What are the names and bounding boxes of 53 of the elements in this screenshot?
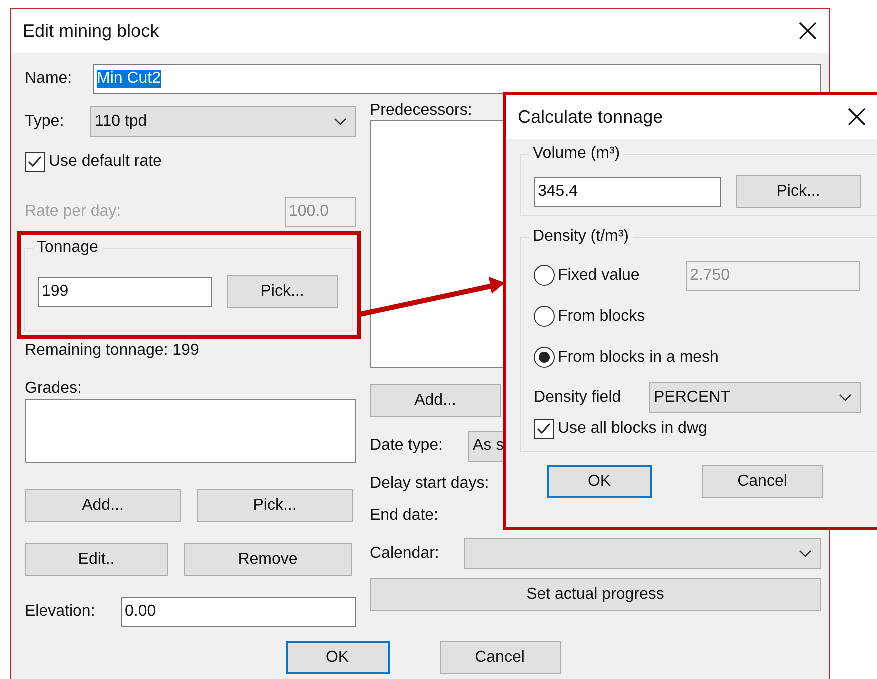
volume-field[interactable]: 345.4 xyxy=(534,176,721,206)
chevron-down-icon xyxy=(839,394,852,402)
tonnage-field[interactable]: 199 xyxy=(38,276,212,306)
field-label: Elevation: xyxy=(25,603,96,621)
type-dropdown[interactable]: 110 tpd xyxy=(90,106,356,137)
radio-label: From blocks xyxy=(558,308,646,326)
checkmark-icon xyxy=(537,423,551,435)
name-field[interactable]: Min Cut2 xyxy=(93,64,821,94)
window-title: Edit mining block xyxy=(23,20,160,42)
field-label: Density field xyxy=(534,388,622,406)
set-progress-button[interactable]: Set actual progress xyxy=(370,578,821,611)
cancel-button[interactable]: Cancel xyxy=(440,641,560,674)
edit-button[interactable]: Edit.. xyxy=(25,543,168,576)
chevron-down-icon xyxy=(334,118,347,126)
group-title: Volume (m³) xyxy=(532,145,622,163)
group-title: Density (t/m³) xyxy=(532,228,630,246)
pick-button[interactable]: Pick... xyxy=(197,489,353,522)
checkbox[interactable] xyxy=(25,152,45,172)
ok-button[interactable]: OK xyxy=(286,641,390,674)
radio-label: Fixed value xyxy=(558,266,640,284)
close-icon[interactable] xyxy=(848,108,866,126)
field-label: End date: xyxy=(370,507,438,525)
radio-button[interactable] xyxy=(534,347,555,368)
radio-label: From blocks in a mesh xyxy=(558,348,719,366)
field-label: Grades: xyxy=(25,380,82,398)
grades-list[interactable] xyxy=(25,399,356,463)
checkmark-icon xyxy=(28,156,42,168)
field-label: Delay start days: xyxy=(370,475,490,493)
pick-button[interactable]: Pick... xyxy=(736,175,861,208)
chevron-down-icon xyxy=(799,550,812,558)
add-button[interactable]: Add... xyxy=(370,384,501,417)
density-field-dropdown[interactable]: PERCENT xyxy=(649,382,861,413)
field-label: Type: xyxy=(25,112,66,130)
field-label: Calendar: xyxy=(370,544,440,562)
ok-button[interactable]: OK xyxy=(547,465,652,498)
add-button[interactable]: Add... xyxy=(25,489,181,522)
cancel-button[interactable]: Cancel xyxy=(702,465,823,498)
radio-button[interactable] xyxy=(534,306,555,327)
close-icon[interactable] xyxy=(799,22,817,40)
radio-button[interactable] xyxy=(534,265,555,286)
field-label: Date type: xyxy=(370,437,444,455)
remove-button[interactable]: Remove xyxy=(184,543,352,576)
remaining-tonnage: Remaining tonnage: 199 xyxy=(25,342,200,360)
field-label: Rate per day: xyxy=(25,202,122,220)
checkbox-label: Use all blocks in dwg xyxy=(558,420,708,438)
group-title: Tonnage xyxy=(36,239,100,257)
field-label: Predecessors: xyxy=(370,102,472,120)
field-label: Name: xyxy=(25,70,74,88)
window-title: Calculate tonnage xyxy=(518,106,664,128)
checkbox[interactable] xyxy=(534,419,554,439)
elevation-field[interactable]: 0.00 xyxy=(121,597,356,627)
checkbox-label: Use default rate xyxy=(49,153,162,171)
pick-button[interactable]: Pick... xyxy=(227,275,338,308)
